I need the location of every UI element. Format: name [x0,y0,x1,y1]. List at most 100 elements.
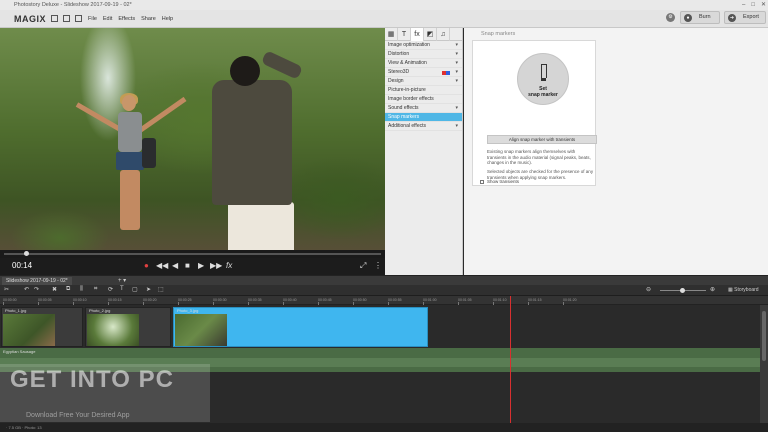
pointer-icon[interactable]: ➤ [146,286,151,293]
more-options-icon[interactable]: ⋮ [374,261,382,271]
watermark-subtext: Download Free Your Desired App [26,412,130,419]
tab-effects[interactable]: fx [411,28,424,41]
show-transients-label: Show transients [487,179,520,184]
timeline-vertical-scrollbar[interactable] [760,305,768,423]
menu-help[interactable]: Help [162,16,173,22]
redo-icon[interactable]: ↷ [34,286,39,293]
fx-view-animation[interactable]: View & Animation ▾ [385,59,462,68]
fx-distortion[interactable]: Distortion ▾ [385,50,462,59]
new-project-icon[interactable] [51,15,59,22]
crop-icon[interactable]: ⌗ [94,286,97,293]
tab-templates[interactable]: ▦ [385,28,398,41]
clip-thumbnail [87,314,139,346]
menubar: MAGIX File Edit Effects Share Help [0,10,768,28]
tab-transitions[interactable]: ◩ [424,28,437,41]
playhead[interactable] [510,296,511,423]
menu-file[interactable]: File [88,16,97,22]
record-button[interactable]: ● [144,261,149,271]
maximize-button[interactable]: □ [751,0,755,10]
fx-additional-effects[interactable]: Additional effects ▾ [385,122,462,131]
close-button[interactable]: ✕ [761,0,766,10]
magnet-icon [541,64,547,81]
minimize-button[interactable]: – [742,0,745,10]
fx-picture-in-picture[interactable]: Picture-in-picture [385,86,462,95]
rotate-icon[interactable]: ⟳ [108,286,113,293]
split-icon[interactable]: ⫼ [80,286,83,293]
tab-audio[interactable]: ♫ [437,28,450,41]
show-transients-checkbox[interactable] [480,179,484,184]
ruler-tick: 00:01:00 [423,296,437,305]
chevron-down-icon: ▾ [455,60,458,66]
chevron-down-icon: ▾ [455,78,458,84]
scrubber-handle[interactable] [24,251,29,256]
ruler-tick: 00:00:50 [353,296,367,305]
menu-share[interactable]: Share [141,16,156,22]
fullscreen-icon[interactable]: ⤢ [360,261,366,271]
menu-edit[interactable]: Edit [103,16,112,22]
fx-stereo3d[interactable]: Stereo3D ▾ [385,68,462,77]
fx-snap-markers[interactable]: Snap markers [385,113,462,122]
photo-clip-3-selected[interactable]: Photo_3.jpg [173,307,428,347]
transport-bar: 00:14 ● ◀◀ ◀ ■ ▶ ▶▶ fx ⤢ ⋮ [0,258,385,275]
fast-forward-button[interactable]: ▶▶ [210,261,222,271]
window-title: Photostory Deluxe - Slideshow 2017-09-19… [14,2,132,8]
export-button[interactable]: ➜ Export [724,11,766,24]
export-icon: ➜ [728,14,736,22]
zoom-slider[interactable] [660,288,706,293]
chevron-down-icon: ▾ [455,123,458,129]
open-folder-icon[interactable] [63,15,71,22]
preview-scrubber[interactable] [0,250,385,258]
storyboard-label: Storyboard [734,287,759,293]
photo-clip-2[interactable]: Photo_2.jpg [85,307,171,347]
storyboard-button[interactable]: ▦ Storyboard [728,286,759,295]
add-tab-button[interactable]: + ▾ [118,277,126,284]
fx-image-optimization[interactable]: Image optimization ▾ [385,41,462,50]
play-button[interactable]: ▶ [198,261,204,271]
timeline-ruler[interactable]: 00:00:00 00:00:05 00:00:10 00:00:15 00:0… [0,296,768,305]
zoom-out-icon[interactable]: ⊖ [646,286,651,293]
zoom-in-icon[interactable]: ⊕ [710,286,715,293]
fx-label: Additional effects [388,123,426,129]
snap-markers-box: Set snap marker Align snap marker with t… [472,40,597,186]
fx-label: Sound effects [388,105,419,111]
timecode: 00:14 [12,261,33,270]
tab-text[interactable]: T [398,28,411,41]
fx-design[interactable]: Design ▾ [385,77,462,86]
save-icon[interactable] [75,15,83,22]
fx-label: Image optimization [388,42,430,48]
align-snap-marker-button[interactable]: Align snap marker with transients [487,135,597,144]
undo-icon[interactable]: ↶ [24,286,29,293]
fx-image-border[interactable]: Image border effects [385,95,462,104]
delete-icon[interactable]: ✖ [52,286,57,293]
text-icon[interactable]: T [120,286,124,292]
show-transients-option[interactable]: Show transients [480,179,519,184]
chevron-down-icon: ▾ [455,69,458,75]
fx-sound-effects[interactable]: Sound effects ▾ [385,104,462,113]
menu-effects[interactable]: Effects [118,16,135,22]
photo-clip-1[interactable]: Photo_1.jpg [1,307,83,347]
man-head [230,56,260,86]
fx-button[interactable]: fx [226,261,232,271]
ruler-tick: 00:00:35 [248,296,262,305]
fx-label: Picture-in-picture [388,87,426,93]
ruler-tick: 00:01:05 [458,296,472,305]
copy-icon[interactable]: ⧉ [66,286,70,293]
woman-legs [120,170,140,230]
magix-logo: MAGIX [14,13,47,24]
set-snap-marker-button[interactable]: Set snap marker [517,53,569,105]
frame-icon[interactable]: ▢ [132,286,138,293]
multi-select-icon[interactable]: ⬚ [158,286,164,293]
ruler-tick: 00:00:20 [143,296,157,305]
scrollbar-thumb[interactable] [762,311,766,361]
burn-button[interactable]: ● Burn [680,11,720,24]
ruler-tick: 00:00:05 [38,296,52,305]
tools-icon[interactable]: ✂ [4,286,9,293]
ruler-tick: 00:01:15 [528,296,542,305]
prev-frame-button[interactable]: ◀ [172,261,178,271]
stop-button[interactable]: ■ [185,261,190,271]
chevron-down-icon: ▾ [455,105,458,111]
settings-gear-icon[interactable]: ⚙ [666,13,675,22]
zoom-slider-handle[interactable] [680,288,685,293]
fx-label: Distortion [388,51,410,57]
rewind-button[interactable]: ◀◀ [156,261,168,271]
